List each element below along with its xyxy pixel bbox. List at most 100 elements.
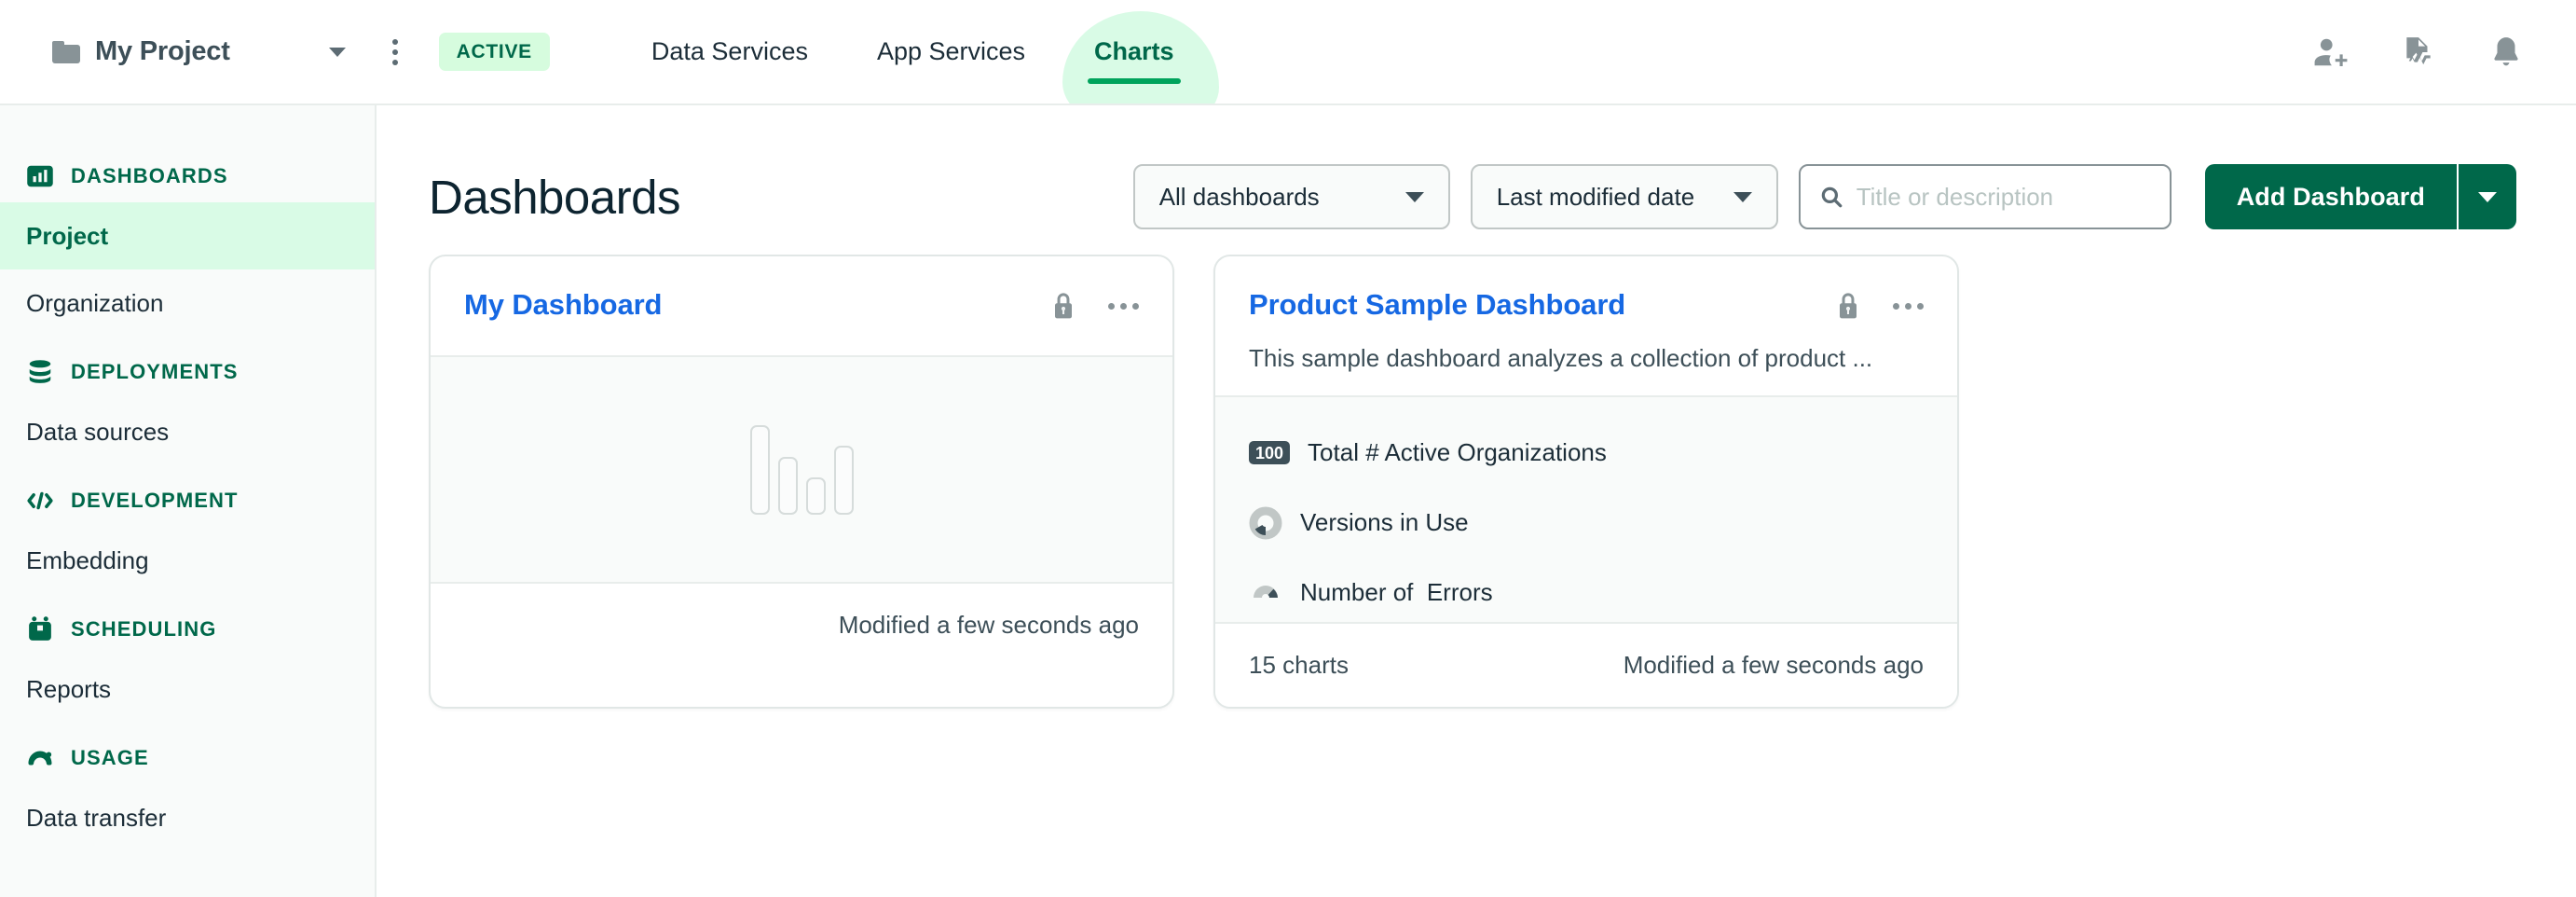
- kebab-dot: [1905, 302, 1911, 310]
- card-footer: 15 charts Modified a few seconds ago: [1215, 622, 1957, 707]
- chevron-down-icon: [1733, 191, 1752, 202]
- gauge-icon: [28, 751, 52, 766]
- chart-item-label: Total # Active Organizations: [1308, 438, 1607, 466]
- activity-feed-icon[interactable]: [2401, 34, 2436, 70]
- chart-list-item[interactable]: Number of Errors: [1249, 558, 1924, 628]
- dashboard-cards-row: My Dashboard Modified a few seconds ago …: [377, 245, 2576, 709]
- sidebar-section-label: DEPLOYMENTS: [71, 360, 239, 383]
- sidebar-item-label: Organization: [26, 288, 164, 317]
- donut-chart-icon: [1249, 506, 1282, 539]
- sidebar-section-usage: USAGE: [0, 732, 375, 784]
- sidebar-section-deployments: DEPLOYMENTS: [0, 346, 375, 398]
- sidebar-section-label: DASHBOARDS: [71, 164, 228, 187]
- sidebar-item-label: Data transfer: [26, 803, 167, 832]
- search-box[interactable]: [1798, 164, 2172, 229]
- header-controls: All dashboards Last modified date Add Da…: [1132, 164, 2516, 229]
- sidebar-item-project[interactable]: Project: [0, 202, 375, 269]
- card-header: Product Sample Dashboard This sample das…: [1215, 256, 1957, 373]
- card-description: This sample dashboard analyzes a collect…: [1249, 344, 1873, 372]
- dashboard-card[interactable]: My Dashboard Modified a few seconds ago: [429, 255, 1174, 709]
- card-header-icons: [1052, 288, 1139, 320]
- lock-icon[interactable]: [1052, 292, 1075, 320]
- kebab-dot: [1108, 302, 1115, 310]
- page-header: Dashboards All dashboards Last modified …: [377, 105, 2576, 245]
- folder-icon: [52, 40, 80, 63]
- add-dashboard-dropdown-button[interactable]: [2457, 164, 2516, 229]
- chart-list-item[interactable]: 100 Total # Active Organizations: [1249, 418, 1924, 488]
- sidebar-item-label: Data sources: [26, 417, 170, 446]
- kebab-dot: [1120, 302, 1127, 310]
- sidebar-section-scheduling: SCHEDULING: [0, 603, 375, 656]
- sidebar-item-data-sources[interactable]: Data sources: [0, 398, 375, 465]
- sidebar-item-label: Reports: [26, 674, 112, 703]
- project-selector[interactable]: My Project: [52, 36, 346, 67]
- search-input[interactable]: [1856, 182, 2151, 212]
- add-dashboard-group: Add Dashboard: [2204, 164, 2516, 229]
- kebab-dot: [1917, 302, 1924, 310]
- search-icon: [1821, 186, 1843, 208]
- sidebar-item-embedding[interactable]: Embedding: [0, 527, 375, 594]
- sidebar-section-label: SCHEDULING: [71, 617, 217, 641]
- card-header: My Dashboard: [431, 256, 1172, 322]
- database-icon: [29, 360, 51, 383]
- add-dashboard-button[interactable]: Add Dashboard: [2204, 164, 2457, 229]
- dashboard-title-link[interactable]: My Dashboard: [464, 288, 663, 322]
- sort-filter-label: Last modified date: [1496, 182, 1695, 211]
- kebab-dot: [391, 48, 398, 55]
- card-modified-text: Modified a few seconds ago: [1623, 651, 1924, 679]
- active-tab-underline: [1088, 78, 1181, 84]
- card-overflow-menu-button[interactable]: [1108, 302, 1139, 310]
- dashboard-title-link[interactable]: Product Sample Dashboard: [1249, 288, 1625, 322]
- tab-app-services[interactable]: App Services: [843, 0, 1060, 104]
- kebab-dot: [1132, 302, 1139, 310]
- kebab-dot: [1893, 302, 1899, 310]
- main-tabs: Data Services App Services Charts: [617, 0, 1209, 104]
- project-overflow-menu-button[interactable]: [383, 38, 407, 65]
- tab-label: Data Services: [651, 37, 808, 65]
- dashboards-filter-select[interactable]: All dashboards: [1132, 164, 1450, 229]
- sort-filter-select[interactable]: Last modified date: [1470, 164, 1778, 229]
- sidebar-item-organization[interactable]: Organization: [0, 269, 375, 337]
- empty-bar: [833, 445, 854, 515]
- calendar-icon: [29, 616, 51, 641]
- kebab-dot: [391, 38, 398, 45]
- code-brackets-icon: [27, 491, 53, 510]
- chart-list-item[interactable]: Versions in Use: [1249, 488, 1924, 558]
- empty-bar: [749, 424, 770, 515]
- tab-charts[interactable]: Charts: [1060, 0, 1209, 104]
- topbar-actions: [2313, 34, 2524, 70]
- page-title: Dashboards: [429, 170, 681, 224]
- empty-bar: [805, 476, 826, 515]
- sidebar-section-label: USAGE: [71, 746, 149, 769]
- sidebar-item-reports[interactable]: Reports: [0, 656, 375, 723]
- tab-data-services[interactable]: Data Services: [617, 0, 843, 104]
- card-chart-count: 15 charts: [1249, 651, 1349, 679]
- sidebar-item-label: Project: [26, 221, 109, 250]
- kebab-dot: [391, 59, 398, 65]
- status-badge-label: ACTIVE: [456, 41, 532, 62]
- sidebar: DASHBOARDS Project Organization DEPLOYME…: [0, 105, 377, 897]
- card-footer: Modified a few seconds ago: [431, 582, 1172, 667]
- empty-bar-chart-icon: [749, 424, 854, 515]
- empty-bar: [777, 456, 798, 515]
- sidebar-item-data-transfer[interactable]: Data transfer: [0, 784, 375, 851]
- chevron-down-icon: [2478, 191, 2497, 202]
- card-chart-list: 100 Total # Active Organizations Version…: [1215, 395, 1957, 622]
- card-title-row: My Dashboard: [464, 288, 1139, 322]
- sidebar-section-dashboards: DASHBOARDS: [0, 150, 375, 202]
- sidebar-section-development: DEVELOPMENT: [0, 475, 375, 527]
- bar-chart-icon: [27, 165, 53, 187]
- lock-icon[interactable]: [1837, 292, 1859, 320]
- chevron-down-icon[interactable]: [328, 47, 346, 57]
- chart-item-label: Number of Errors: [1300, 578, 1493, 606]
- status-badge: ACTIVE: [438, 33, 550, 71]
- gauge-chart-icon: [1254, 585, 1278, 598]
- card-overflow-menu-button[interactable]: [1893, 302, 1924, 310]
- dashboard-card[interactable]: Product Sample Dashboard This sample das…: [1213, 255, 1959, 709]
- notification-bell-icon[interactable]: [2488, 34, 2524, 70]
- main-content: Dashboards All dashboards Last modified …: [377, 105, 2576, 897]
- invite-user-icon[interactable]: [2313, 34, 2349, 70]
- dashboards-filter-label: All dashboards: [1158, 182, 1320, 211]
- number-badge-icon: 100: [1249, 441, 1291, 464]
- sidebar-item-label: Embedding: [26, 545, 149, 574]
